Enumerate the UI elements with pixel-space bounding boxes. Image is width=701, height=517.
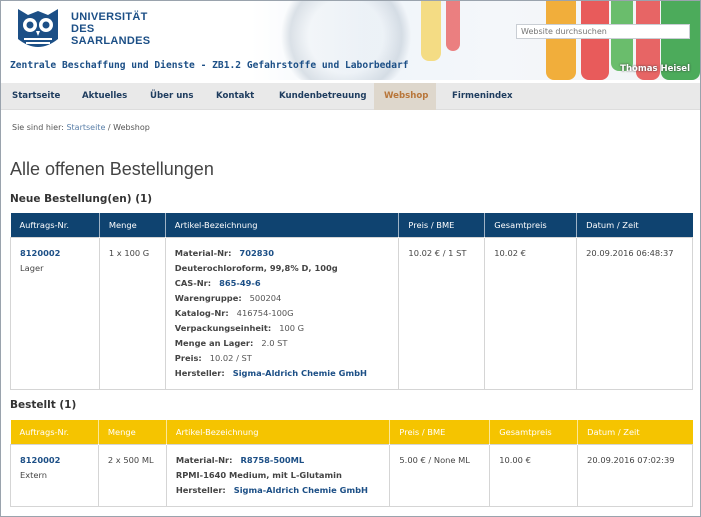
column-header-datetime: Datum / Zeit	[576, 213, 693, 237]
column-header-quantity: Menge	[98, 420, 167, 444]
table-header-row: Auftrags-Nr. Menge Artikel-Bezeichnung P…	[10, 213, 693, 237]
datetime-cell: 20.09.2016 06:48:37	[576, 236, 693, 390]
breadcrumb-current: Webshop	[113, 123, 150, 132]
column-header-order-no: Auftrags-Nr.	[10, 213, 100, 237]
total-cell: 10.00 €	[489, 443, 579, 507]
ordered-table: Auftrags-Nr. Menge Artikel-Bezeichnung P…	[10, 420, 693, 507]
page-title: Alle offenen Bestellungen	[10, 159, 214, 179]
breadcrumb: Sie sind hier: Startseite / Webshop	[12, 123, 150, 132]
column-header-price: Preis / BME	[389, 420, 491, 444]
article-cell: Material-Nr: 702830 Deuterochloroform, 99…	[164, 236, 400, 390]
column-header-total: Gesamtpreis	[489, 420, 579, 444]
material-number-link[interactable]: 702830	[239, 248, 274, 258]
order-no-cell: 8120002 Extern	[10, 443, 99, 507]
nav-item-kontakt[interactable]: Kontakt	[206, 83, 264, 110]
column-header-datetime: Datum / Zeit	[577, 420, 693, 444]
user-name: Thomas Heisel	[620, 64, 690, 74]
nav-item-aktuelles[interactable]: Aktuelles	[72, 83, 137, 110]
site-header: UNIVERSITÄT DES SAARLANDES Zentrale Besc…	[1, 1, 700, 80]
order-location: Lager	[20, 262, 44, 273]
manufacturer-link[interactable]: Sigma-Aldrich Chemie GmbH	[234, 485, 368, 495]
main-navigation: Startseite Aktuelles Über uns Kontakt Ku…	[1, 83, 700, 110]
column-header-price: Preis / BME	[398, 213, 486, 237]
nav-item-webshop[interactable]: Webshop	[374, 83, 436, 110]
nav-item-startseite[interactable]: Startseite	[2, 83, 70, 110]
cas-number-link[interactable]: 865-49-6	[219, 278, 261, 288]
column-header-article: Artikel-Bezeichnung	[166, 420, 391, 444]
column-header-total: Gesamtpreis	[484, 213, 578, 237]
material-number-link[interactable]: R8758-500ML	[240, 455, 304, 465]
table-row: 8120002 Extern 2 x 500 ML Material-Nr: R8…	[10, 443, 693, 507]
breadcrumb-home-link[interactable]: Startseite	[66, 123, 105, 132]
column-header-quantity: Menge	[99, 213, 166, 237]
article-description: Deuterochloroform, 99,8% D, 100g	[174, 262, 338, 273]
table-header-row: Auftrags-Nr. Menge Artikel-Bezeichnung P…	[10, 420, 693, 444]
price-cell: 10.02 € / 1 ST	[398, 236, 486, 390]
order-location: Extern	[20, 469, 48, 480]
university-name: UNIVERSITÄT DES SAARLANDES	[71, 11, 151, 47]
column-header-article: Artikel-Bezeichnung	[165, 213, 400, 237]
search-input[interactable]	[516, 24, 690, 39]
new-orders-title: Neue Bestellung(en) (1)	[10, 193, 153, 205]
nav-item-kundenbetreuung[interactable]: Kundenbetreuung	[269, 83, 377, 110]
order-number-link[interactable]: 8120002	[20, 246, 90, 261]
total-cell: 10.02 €	[484, 236, 578, 390]
column-header-order-no: Auftrags-Nr.	[10, 420, 99, 444]
datetime-cell: 20.09.2016 07:02:39	[577, 443, 693, 507]
quantity-cell: 1 x 100 G	[98, 236, 166, 390]
order-no-cell: 8120002 Lager	[10, 236, 100, 390]
table-row: 8120002 Lager 1 x 100 G Material-Nr: 7028…	[10, 236, 693, 390]
nav-item-ueber-uns[interactable]: Über uns	[140, 83, 204, 110]
order-number-link[interactable]: 8120002	[20, 453, 89, 468]
price-cell: 5.00 € / None ML	[389, 443, 491, 507]
article-cell: Material-Nr: R8758-500ML RPMI-1640 Medium…	[165, 443, 391, 507]
manufacturer-link[interactable]: Sigma-Aldrich Chemie GmbH	[233, 368, 367, 378]
university-owl-logo-icon[interactable]	[14, 5, 62, 53]
site-title: Zentrale Beschaffung und Dienste - ZB1.2…	[10, 60, 409, 71]
quantity-cell: 2 x 500 ML	[97, 443, 167, 507]
ordered-title: Bestellt (1)	[10, 399, 77, 411]
new-orders-table: Auftrags-Nr. Menge Artikel-Bezeichnung P…	[10, 213, 693, 390]
article-description: RPMI-1640 Medium, mit L-Glutamin	[175, 469, 342, 480]
nav-item-firmenindex[interactable]: Firmenindex	[442, 83, 523, 110]
